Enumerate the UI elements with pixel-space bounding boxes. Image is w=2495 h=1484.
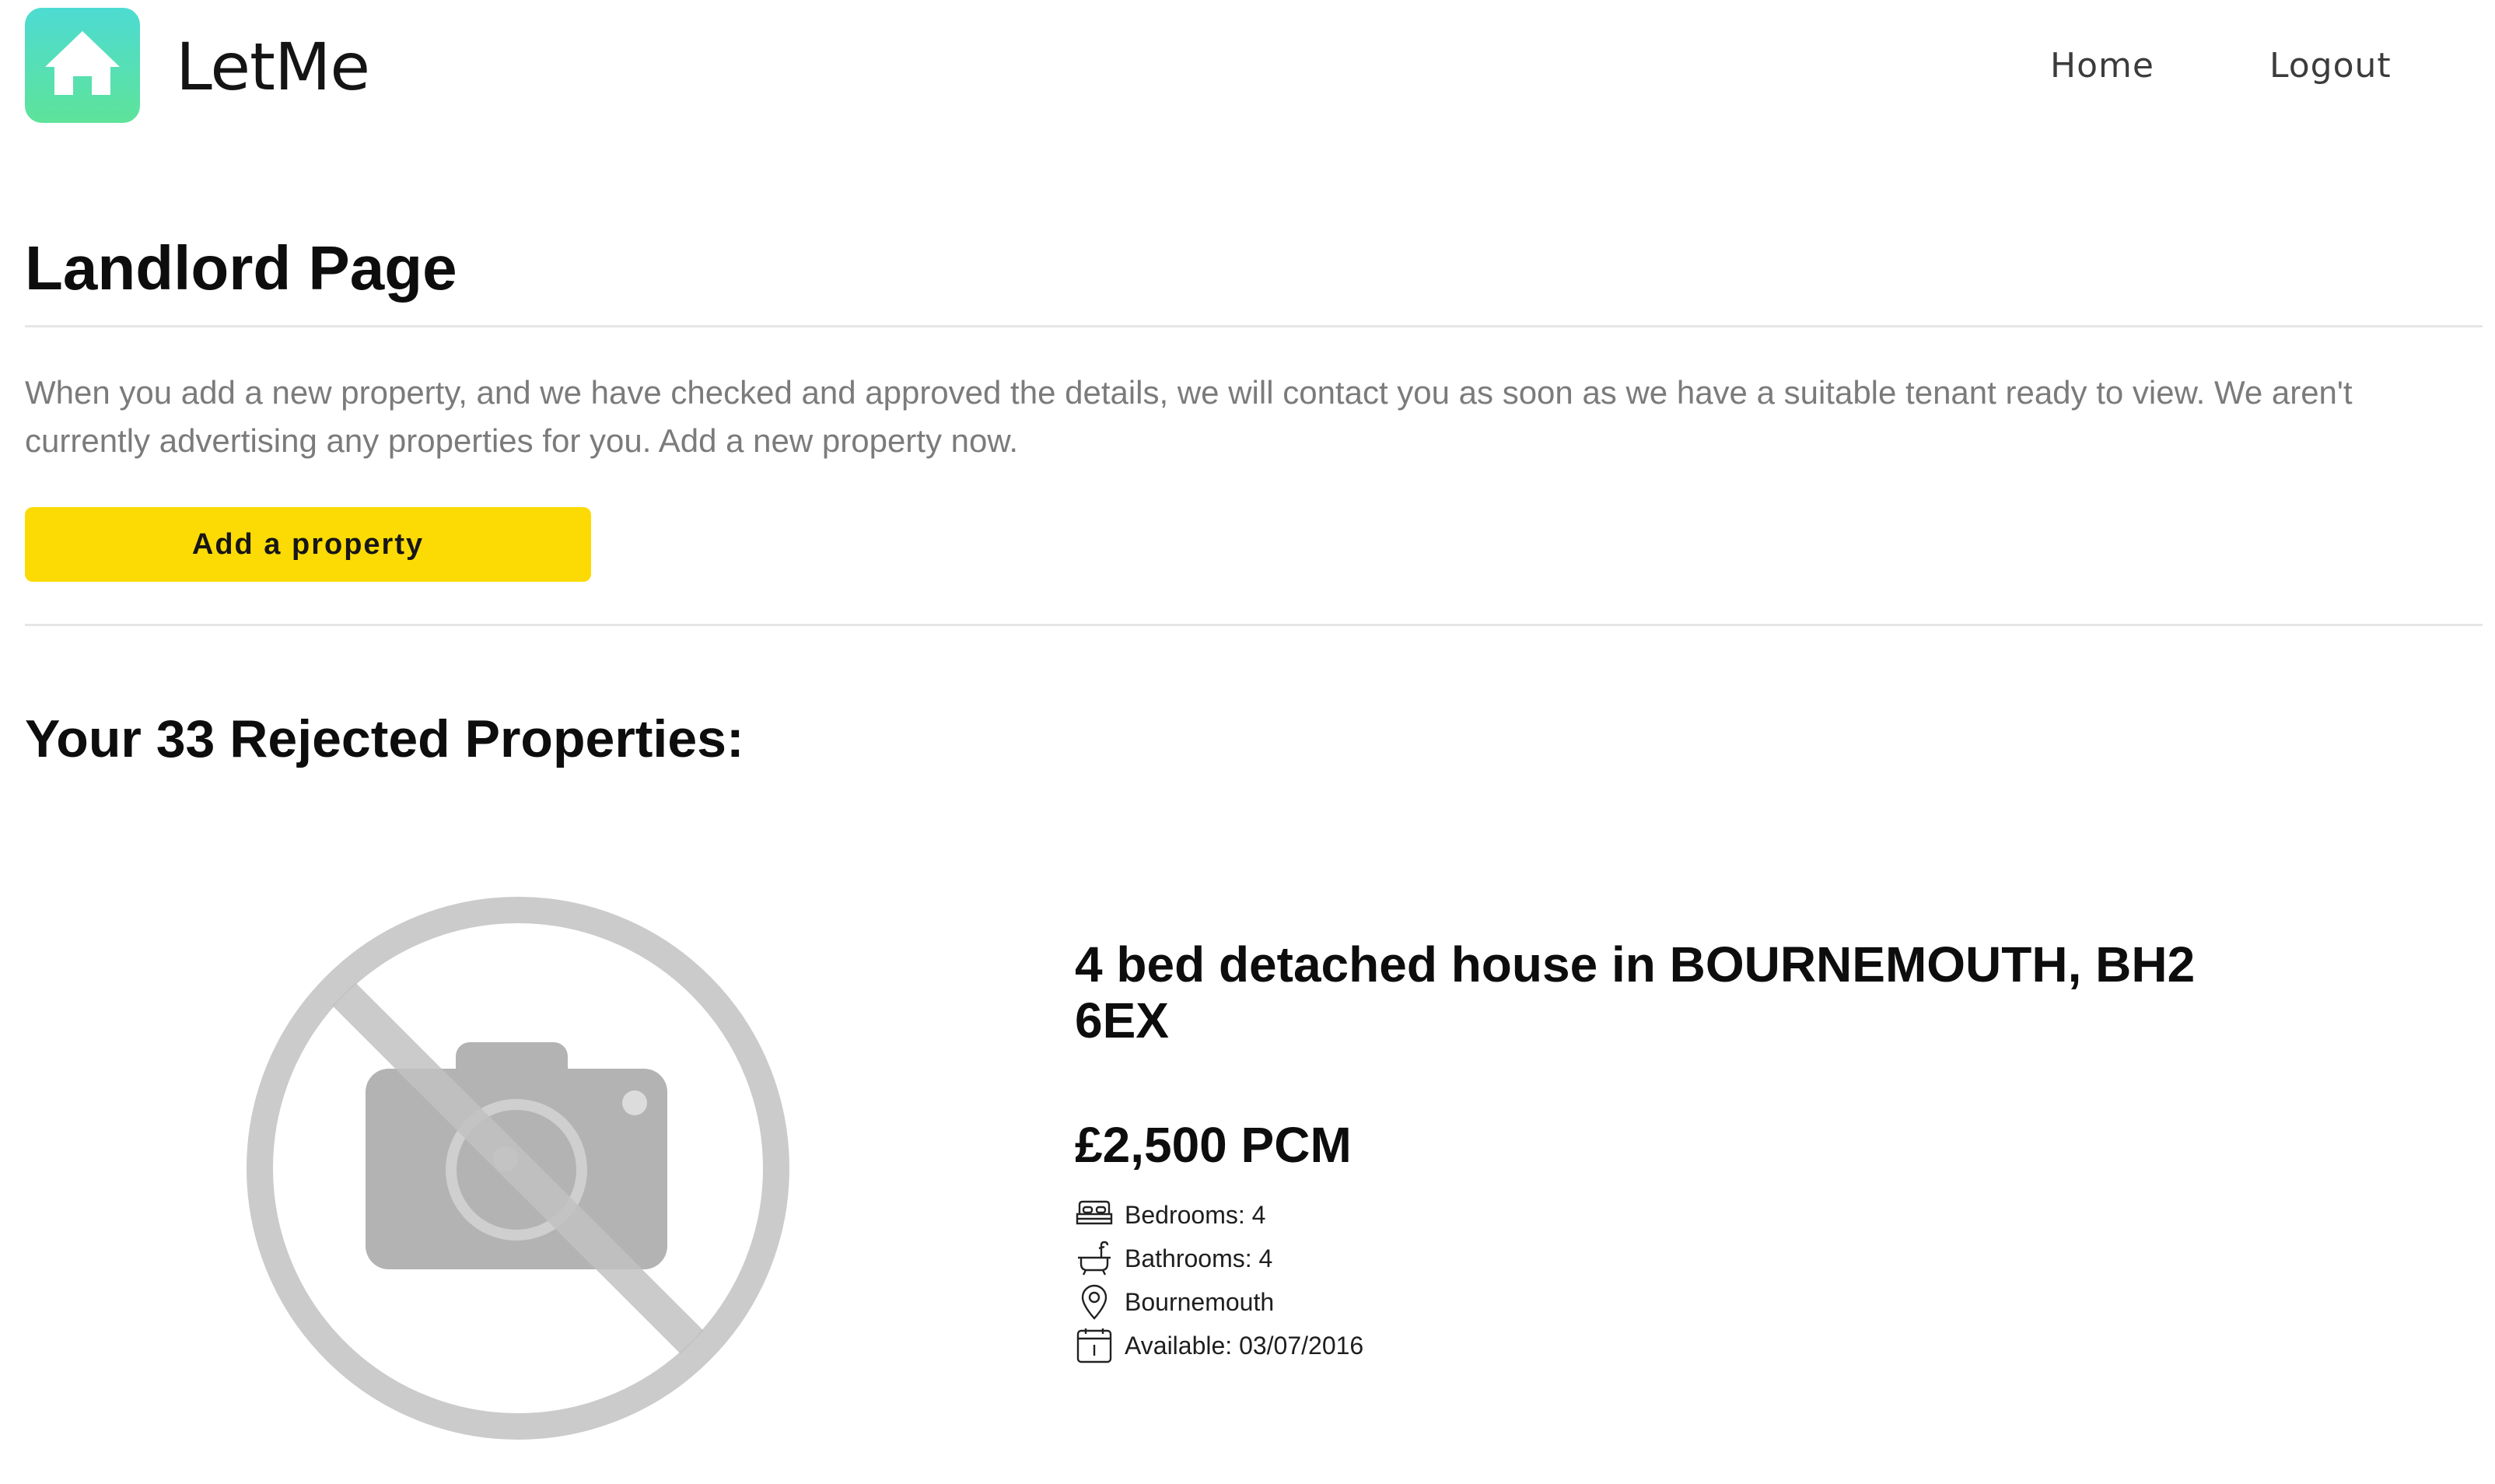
page-title: Landlord Page [25,233,457,303]
bed-icon [1075,1195,1114,1234]
calendar-icon [1075,1326,1114,1365]
house-logo-icon[interactable] [25,8,140,123]
rejected-properties-heading: Your 33 Rejected Properties: [25,709,744,768]
available-text: Available: 03/07/2016 [1125,1332,1364,1360]
nav-home-link[interactable]: Home [2050,39,2154,93]
property-title[interactable]: 4 bed detached house in BOURNEMOUTH, BH2… [1075,936,2288,1048]
bedrooms-text: Bedrooms: 4 [1125,1201,1266,1229]
no-photo-icon[interactable] [246,896,790,1440]
map-pin-icon [1075,1283,1114,1321]
add-property-button[interactable]: Add a property [25,507,591,582]
bathrooms-text: Bathrooms: 4 [1125,1244,1273,1272]
intro-text: When you add a new property, and we have… [25,374,2353,459]
bath-icon [1075,1239,1114,1278]
availability-row: Available: 03/07/2016 [1075,1325,1363,1366]
bathrooms-row: Bathrooms: 4 [1075,1238,1272,1279]
bedrooms-row: Bedrooms: 4 [1075,1195,1265,1235]
divider [25,624,2483,626]
location-row: Bournemouth [1075,1282,1274,1322]
property-price: £2,500 PCM [1075,1117,1352,1173]
location-text: Bournemouth [1125,1288,1275,1316]
divider [25,325,2483,327]
site-header: LetMe Home Logout [0,0,2495,140]
brand-name[interactable]: LetMe [176,23,370,110]
nav-logout-link[interactable]: Logout [2269,39,2392,93]
